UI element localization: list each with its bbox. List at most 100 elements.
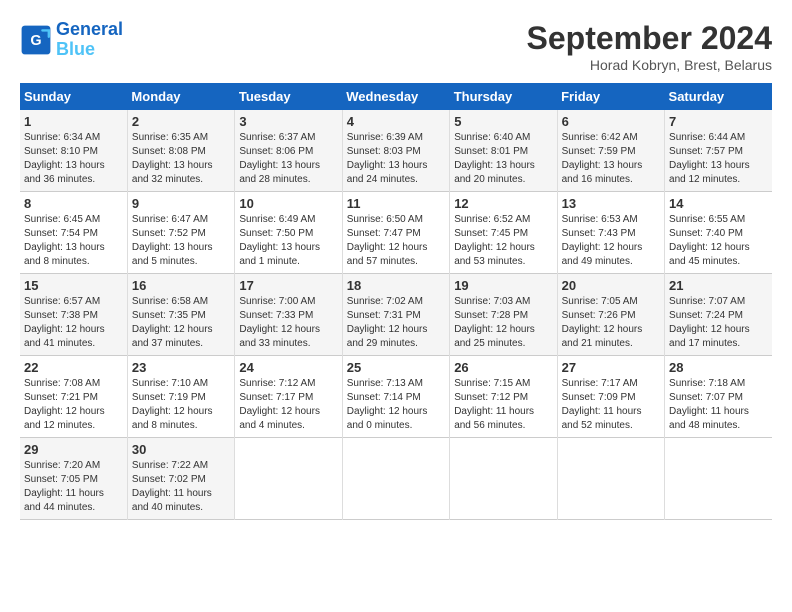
- day-number: 7: [669, 114, 768, 129]
- day-cell: 5 Sunrise: 6:40 AM Sunset: 8:01 PM Daylig…: [450, 110, 557, 192]
- day-detail: Sunrise: 6:49 AM Sunset: 7:50 PM Dayligh…: [239, 213, 337, 269]
- day-cell: 13 Sunrise: 6:53 AM Sunset: 7:43 PM Dayli…: [557, 192, 664, 274]
- day-cell: [342, 438, 449, 520]
- day-cell: 10 Sunrise: 6:49 AM Sunset: 7:50 PM Dayli…: [235, 192, 342, 274]
- day-number: 20: [562, 278, 660, 293]
- day-number: 6: [562, 114, 660, 129]
- day-number: 3: [239, 114, 337, 129]
- day-cell: 7 Sunrise: 6:44 AM Sunset: 7:57 PM Daylig…: [665, 110, 772, 192]
- day-cell: 11 Sunrise: 6:50 AM Sunset: 7:47 PM Dayli…: [342, 192, 449, 274]
- day-cell: 12 Sunrise: 6:52 AM Sunset: 7:45 PM Dayli…: [450, 192, 557, 274]
- day-detail: Sunrise: 6:47 AM Sunset: 7:52 PM Dayligh…: [132, 213, 230, 269]
- day-detail: Sunrise: 6:34 AM Sunset: 8:10 PM Dayligh…: [24, 131, 123, 187]
- day-number: 10: [239, 196, 337, 211]
- day-number: 28: [669, 360, 768, 375]
- day-number: 8: [24, 196, 123, 211]
- day-detail: Sunrise: 6:37 AM Sunset: 8:06 PM Dayligh…: [239, 131, 337, 187]
- col-header-tuesday: Tuesday: [235, 83, 342, 110]
- day-cell: 27 Sunrise: 7:17 AM Sunset: 7:09 PM Dayli…: [557, 356, 664, 438]
- col-header-friday: Friday: [557, 83, 664, 110]
- logo-text: General Blue: [56, 20, 123, 60]
- day-detail: Sunrise: 6:44 AM Sunset: 7:57 PM Dayligh…: [669, 131, 768, 187]
- day-number: 22: [24, 360, 123, 375]
- day-detail: Sunrise: 7:12 AM Sunset: 7:17 PM Dayligh…: [239, 377, 337, 433]
- day-detail: Sunrise: 6:35 AM Sunset: 8:08 PM Dayligh…: [132, 131, 230, 187]
- day-detail: Sunrise: 6:57 AM Sunset: 7:38 PM Dayligh…: [24, 295, 123, 351]
- week-row-3: 15 Sunrise: 6:57 AM Sunset: 7:38 PM Dayli…: [20, 274, 772, 356]
- day-number: 19: [454, 278, 552, 293]
- day-cell: [557, 438, 664, 520]
- calendar-header-row: SundayMondayTuesdayWednesdayThursdayFrid…: [20, 83, 772, 110]
- day-cell: 8 Sunrise: 6:45 AM Sunset: 7:54 PM Daylig…: [20, 192, 127, 274]
- week-row-2: 8 Sunrise: 6:45 AM Sunset: 7:54 PM Daylig…: [20, 192, 772, 274]
- day-detail: Sunrise: 6:55 AM Sunset: 7:40 PM Dayligh…: [669, 213, 768, 269]
- day-detail: Sunrise: 7:07 AM Sunset: 7:24 PM Dayligh…: [669, 295, 768, 351]
- week-row-5: 29Sunrise: 7:20 AM Sunset: 7:05 PM Dayli…: [20, 438, 772, 520]
- day-cell: [235, 438, 342, 520]
- day-detail: Sunrise: 7:08 AM Sunset: 7:21 PM Dayligh…: [24, 377, 123, 433]
- day-cell: 6 Sunrise: 6:42 AM Sunset: 7:59 PM Daylig…: [557, 110, 664, 192]
- day-number: 21: [669, 278, 768, 293]
- day-detail: Sunrise: 7:13 AM Sunset: 7:14 PM Dayligh…: [347, 377, 445, 433]
- day-number: 5: [454, 114, 552, 129]
- col-header-wednesday: Wednesday: [342, 83, 449, 110]
- day-number: 18: [347, 278, 445, 293]
- day-number: 23: [132, 360, 230, 375]
- day-cell: 2 Sunrise: 6:35 AM Sunset: 8:08 PM Daylig…: [127, 110, 234, 192]
- day-number: 25: [347, 360, 445, 375]
- day-cell: 16Sunrise: 6:58 AM Sunset: 7:35 PM Dayli…: [127, 274, 234, 356]
- day-cell: 29Sunrise: 7:20 AM Sunset: 7:05 PM Dayli…: [20, 438, 127, 520]
- day-cell: 23Sunrise: 7:10 AM Sunset: 7:19 PM Dayli…: [127, 356, 234, 438]
- day-detail: Sunrise: 7:02 AM Sunset: 7:31 PM Dayligh…: [347, 295, 445, 351]
- day-detail: Sunrise: 6:45 AM Sunset: 7:54 PM Dayligh…: [24, 213, 123, 269]
- day-detail: Sunrise: 7:17 AM Sunset: 7:09 PM Dayligh…: [562, 377, 660, 433]
- day-cell: 18 Sunrise: 7:02 AM Sunset: 7:31 PM Dayli…: [342, 274, 449, 356]
- day-detail: Sunrise: 7:00 AM Sunset: 7:33 PM Dayligh…: [239, 295, 337, 351]
- day-detail: Sunrise: 7:18 AM Sunset: 7:07 PM Dayligh…: [669, 377, 768, 433]
- month-title: September 2024: [527, 20, 772, 57]
- day-detail: Sunrise: 7:22 AM Sunset: 7:02 PM Dayligh…: [132, 459, 230, 515]
- day-detail: Sunrise: 6:53 AM Sunset: 7:43 PM Dayligh…: [562, 213, 660, 269]
- day-cell: 9 Sunrise: 6:47 AM Sunset: 7:52 PM Daylig…: [127, 192, 234, 274]
- col-header-sunday: Sunday: [20, 83, 127, 110]
- day-number: 13: [562, 196, 660, 211]
- day-number: 14: [669, 196, 768, 211]
- day-number: 27: [562, 360, 660, 375]
- day-cell: 17 Sunrise: 7:00 AM Sunset: 7:33 PM Dayli…: [235, 274, 342, 356]
- col-header-saturday: Saturday: [665, 83, 772, 110]
- day-detail: Sunrise: 7:05 AM Sunset: 7:26 PM Dayligh…: [562, 295, 660, 351]
- week-row-4: 22 Sunrise: 7:08 AM Sunset: 7:21 PM Dayli…: [20, 356, 772, 438]
- day-detail: Sunrise: 6:39 AM Sunset: 8:03 PM Dayligh…: [347, 131, 445, 187]
- day-detail: Sunrise: 6:40 AM Sunset: 8:01 PM Dayligh…: [454, 131, 552, 187]
- day-number: 12: [454, 196, 552, 211]
- page-header: G General Blue September 2024 Horad Kobr…: [20, 20, 772, 73]
- day-cell: 3 Sunrise: 6:37 AM Sunset: 8:06 PM Daylig…: [235, 110, 342, 192]
- day-number: 15: [24, 278, 123, 293]
- day-cell: 14 Sunrise: 6:55 AM Sunset: 7:40 PM Dayli…: [665, 192, 772, 274]
- day-detail: Sunrise: 6:58 AM Sunset: 7:35 PM Dayligh…: [132, 295, 230, 351]
- location-subtitle: Horad Kobryn, Brest, Belarus: [527, 57, 772, 73]
- day-detail: Sunrise: 6:42 AM Sunset: 7:59 PM Dayligh…: [562, 131, 660, 187]
- day-number: 9: [132, 196, 230, 211]
- day-cell: 24Sunrise: 7:12 AM Sunset: 7:17 PM Dayli…: [235, 356, 342, 438]
- day-cell: 15 Sunrise: 6:57 AM Sunset: 7:38 PM Dayli…: [20, 274, 127, 356]
- day-number: 17: [239, 278, 337, 293]
- day-cell: [450, 438, 557, 520]
- day-number: 4: [347, 114, 445, 129]
- day-detail: Sunrise: 6:52 AM Sunset: 7:45 PM Dayligh…: [454, 213, 552, 269]
- day-detail: Sunrise: 7:20 AM Sunset: 7:05 PM Dayligh…: [24, 459, 123, 515]
- day-number: 2: [132, 114, 230, 129]
- day-cell: 4 Sunrise: 6:39 AM Sunset: 8:03 PM Daylig…: [342, 110, 449, 192]
- svg-text:G: G: [30, 33, 41, 49]
- day-cell: 30 Sunrise: 7:22 AM Sunset: 7:02 PM Dayli…: [127, 438, 234, 520]
- day-detail: Sunrise: 7:03 AM Sunset: 7:28 PM Dayligh…: [454, 295, 552, 351]
- day-number: 1: [24, 114, 123, 129]
- title-block: September 2024 Horad Kobryn, Brest, Bela…: [527, 20, 772, 73]
- day-detail: Sunrise: 6:50 AM Sunset: 7:47 PM Dayligh…: [347, 213, 445, 269]
- col-header-monday: Monday: [127, 83, 234, 110]
- day-cell: 19 Sunrise: 7:03 AM Sunset: 7:28 PM Dayli…: [450, 274, 557, 356]
- day-cell: 26Sunrise: 7:15 AM Sunset: 7:12 PM Dayli…: [450, 356, 557, 438]
- day-number: 11: [347, 196, 445, 211]
- day-number: 30: [132, 442, 230, 457]
- col-header-thursday: Thursday: [450, 83, 557, 110]
